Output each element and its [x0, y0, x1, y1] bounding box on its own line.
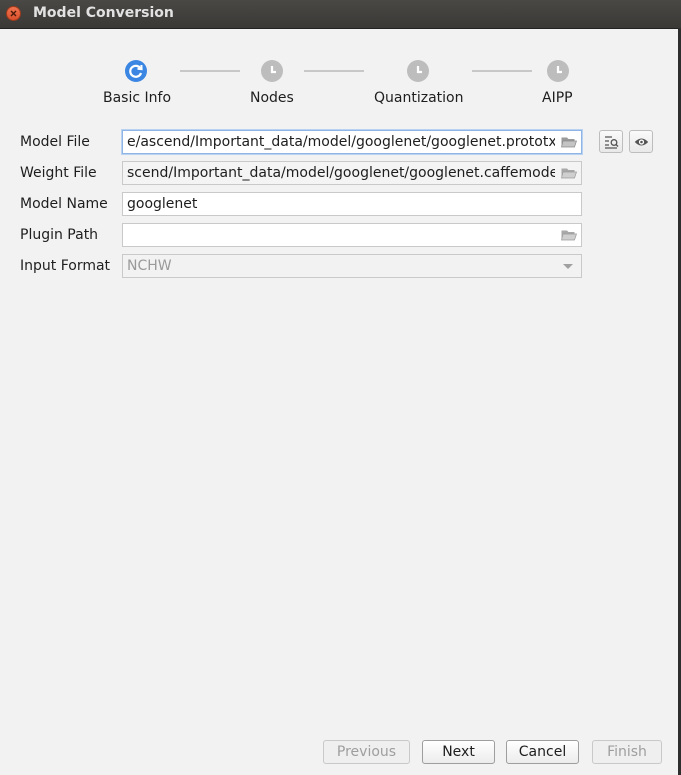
step-connector — [472, 70, 532, 72]
input-format-value: NCHW — [127, 258, 172, 274]
weight-file-label: Weight File — [20, 165, 97, 181]
model-name-label: Model Name — [20, 196, 108, 212]
step-label: AIPP — [542, 90, 573, 106]
folder-icon[interactable] — [561, 167, 577, 179]
next-button[interactable]: Next — [422, 740, 495, 764]
chevron-down-icon — [563, 264, 573, 269]
clock-icon — [547, 60, 569, 82]
folder-icon[interactable] — [561, 136, 577, 148]
finish-button[interactable]: Finish — [592, 740, 662, 764]
clock-icon — [261, 60, 283, 82]
title-bar: Model Conversion — [0, 0, 681, 29]
plugin-path-label: Plugin Path — [20, 227, 99, 243]
close-icon[interactable] — [6, 6, 21, 21]
step-connector — [304, 70, 364, 72]
eye-icon — [634, 138, 649, 146]
model-file-label: Model File — [20, 134, 90, 150]
weight-file-field[interactable]: scend/Important_data/model/googlenet/goo… — [122, 161, 582, 185]
view-button[interactable] — [629, 130, 653, 153]
step-label: Quantization — [374, 90, 464, 106]
refresh-icon — [125, 60, 147, 82]
clock-icon — [407, 60, 429, 82]
model-file-field[interactable]: e/ascend/Important_data/model/googlenet/… — [122, 130, 582, 154]
model-file-value: e/ascend/Important_data/model/googlenet/… — [127, 134, 555, 150]
cancel-button[interactable]: Cancel — [506, 740, 579, 764]
step-label: Basic Info — [103, 90, 172, 106]
weight-file-value: scend/Important_data/model/googlenet/goo… — [127, 165, 555, 181]
input-format-label: Input Format — [20, 258, 111, 274]
folder-icon[interactable] — [561, 229, 577, 241]
model-name-value: googlenet — [127, 196, 198, 212]
browse-preview-button[interactable] — [599, 130, 623, 153]
window-title: Model Conversion — [33, 5, 174, 21]
model-name-input[interactable]: googlenet — [122, 192, 582, 216]
search-list-icon — [605, 136, 619, 149]
input-format-select[interactable]: NCHW — [122, 254, 582, 278]
plugin-path-field[interactable] — [122, 223, 582, 247]
previous-button[interactable]: Previous — [323, 740, 410, 764]
step-label: Nodes — [250, 90, 294, 106]
step-connector — [180, 70, 240, 72]
